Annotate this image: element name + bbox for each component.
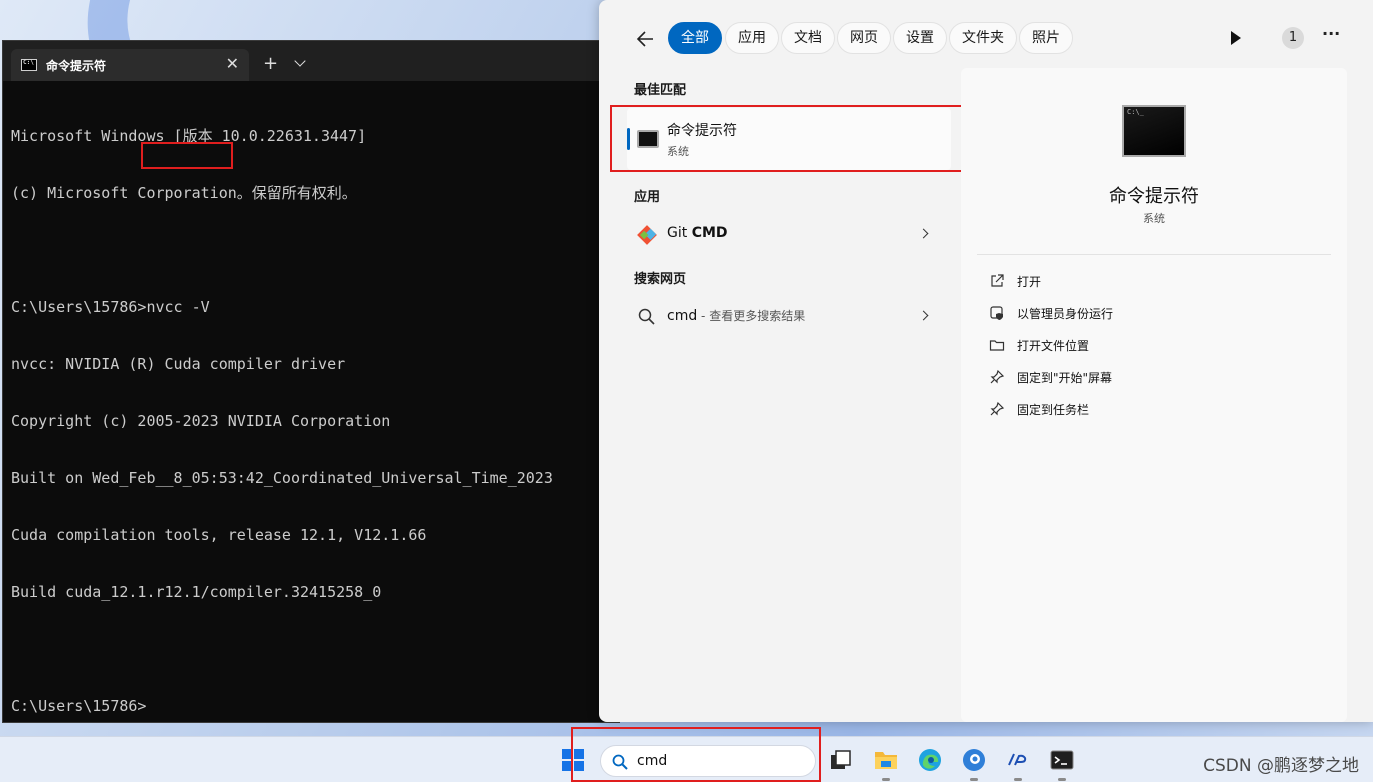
divider xyxy=(977,254,1331,255)
running-indicator xyxy=(882,778,890,781)
start-logo-tile xyxy=(574,749,584,759)
cmd-large-icon xyxy=(1122,105,1186,157)
git-icon xyxy=(637,225,657,245)
start-logo-tile xyxy=(562,761,572,771)
chevron-right-icon xyxy=(918,228,929,239)
taskbar-search-box[interactable]: cmd xyxy=(600,745,816,777)
terminal-line: C:\Users\15786> xyxy=(11,697,147,715)
running-indicator xyxy=(970,778,978,781)
results-list: 最佳匹配 命令提示符 系统 应用 Git CMD 搜索网页 cmd - 查看更多… xyxy=(599,0,973,722)
action-run-as-admin[interactable]: 以管理员身份运行 xyxy=(985,300,1325,328)
web-search-label: cmd - 查看更多搜索结果 xyxy=(667,307,805,324)
play-icon[interactable] xyxy=(1231,31,1241,45)
best-match-result[interactable]: 命令提示符 系统 xyxy=(627,108,951,170)
pin-icon xyxy=(990,401,1005,416)
best-match-subtitle: 系统 xyxy=(667,145,689,158)
more-options-icon[interactable]: ··· xyxy=(1322,24,1340,43)
terminal-line: Build cuda_12.1.r12.1/compiler.32415258_… xyxy=(11,583,382,601)
apps-heading: 应用 xyxy=(634,190,661,205)
terminal-tab-bar: 命令提示符 ✕ + xyxy=(3,41,619,81)
web-search-query: cmd xyxy=(667,308,698,324)
chevron-down-icon[interactable] xyxy=(294,55,306,67)
web-search-hint: - 查看更多搜索结果 xyxy=(697,309,806,323)
action-pin-to-start[interactable]: 固定到"开始"屏幕 xyxy=(985,364,1325,392)
shield-icon xyxy=(990,306,1003,320)
action-open-file-location[interactable]: 打开文件位置 xyxy=(985,332,1325,360)
terminal-line: Copyright (c) 2005-2023 NVIDIA Corporati… xyxy=(11,412,391,430)
action-label: 以管理员身份运行 xyxy=(1017,307,1114,321)
close-icon[interactable]: ✕ xyxy=(226,54,239,73)
cmd-icon xyxy=(21,59,37,71)
cmd-icon xyxy=(637,130,659,148)
app-result-match: CMD xyxy=(691,225,728,241)
taskbar: cmd CSDN @鹏逐梦之地 xyxy=(0,736,1373,782)
app-result-git-cmd[interactable]: Git CMD xyxy=(627,216,951,252)
open-external-icon xyxy=(991,274,1004,287)
start-logo-tile xyxy=(574,761,584,771)
terminal-line: Built on Wed_Feb__8_05:53:42_Coordinated… xyxy=(11,469,553,487)
selection-indicator xyxy=(627,128,630,150)
terminal-line: C:\Users\15786>nvcc -V xyxy=(11,298,210,316)
search-panel: 全部 应用 文档 网页 设置 文件夹 照片 1 ··· 最佳匹配 命令提示符 系… xyxy=(599,0,1373,722)
web-search-result[interactable]: cmd - 查看更多搜索结果 xyxy=(627,298,951,334)
action-pin-to-taskbar[interactable]: 固定到任务栏 xyxy=(985,396,1325,424)
detail-pane: 命令提示符 系统 打开 以管理员身份运行 打开文件位置 xyxy=(961,68,1347,722)
running-indicator xyxy=(1058,778,1066,781)
file-explorer-icon[interactable] xyxy=(873,747,899,781)
folder-glyph xyxy=(875,752,897,769)
task-view-glyph xyxy=(831,750,851,769)
new-tab-button[interactable]: + xyxy=(263,53,278,74)
terminal-line: (c) Microsoft Corporation。保留所有权利。 xyxy=(11,184,357,202)
watermark-text: CSDN @鹏逐梦之地 xyxy=(1203,756,1359,776)
edge-icon[interactable] xyxy=(917,747,943,773)
edge-dev-glyph xyxy=(963,749,985,771)
terminal-tab-title: 命令提示符 xyxy=(46,59,107,73)
web-search-heading: 搜索网页 xyxy=(634,272,687,287)
folder-icon xyxy=(989,340,1005,351)
search-icon xyxy=(638,308,655,325)
terminal-output[interactable]: Microsoft Windows [版本 10.0.22631.3447] (… xyxy=(11,89,611,722)
terminal-glyph xyxy=(1050,750,1074,770)
pin-icon xyxy=(990,369,1005,384)
action-label: 固定到"开始"屏幕 xyxy=(1017,371,1113,385)
windows-start-icon[interactable] xyxy=(562,749,584,771)
result-count-badge: 1 xyxy=(1282,27,1304,49)
hp-glyph xyxy=(1008,753,1027,766)
terminal-line: nvcc: NVIDIA (R) Cuda compiler driver xyxy=(11,355,346,373)
action-label: 打开 xyxy=(1017,275,1042,289)
app-result-prefix: Git xyxy=(667,225,692,241)
start-logo-tile xyxy=(562,749,572,759)
terminal-line: Cuda compilation tools, release 12.1, V1… xyxy=(11,526,427,544)
filter-photos[interactable]: 照片 xyxy=(1019,22,1073,54)
action-label: 固定到任务栏 xyxy=(1017,403,1090,417)
running-indicator xyxy=(1014,778,1022,781)
detail-subtitle: 系统 xyxy=(1143,212,1165,225)
app-result-label: Git CMD xyxy=(667,225,728,241)
best-match-heading: 最佳匹配 xyxy=(634,83,687,98)
hp-app-icon[interactable] xyxy=(1005,747,1031,781)
terminal-window[interactable]: 命令提示符 ✕ + Microsoft Windows [版本 10.0.226… xyxy=(2,40,620,723)
task-view-icon[interactable] xyxy=(828,747,854,773)
terminal-tab[interactable]: 命令提示符 ✕ xyxy=(11,49,249,81)
terminal-line: Microsoft Windows [版本 10.0.22631.3447] xyxy=(11,127,367,145)
search-icon xyxy=(612,754,628,770)
detail-title: 命令提示符 xyxy=(1109,186,1199,207)
action-open[interactable]: 打开 xyxy=(985,268,1325,296)
chevron-right-icon xyxy=(918,310,929,321)
taskbar-search-value: cmd xyxy=(637,753,668,769)
best-match-title: 命令提示符 xyxy=(667,123,737,139)
edge-dev-icon[interactable] xyxy=(961,747,987,781)
edge-glyph xyxy=(919,749,941,771)
terminal-icon[interactable] xyxy=(1049,747,1075,781)
action-label: 打开文件位置 xyxy=(1017,339,1090,353)
